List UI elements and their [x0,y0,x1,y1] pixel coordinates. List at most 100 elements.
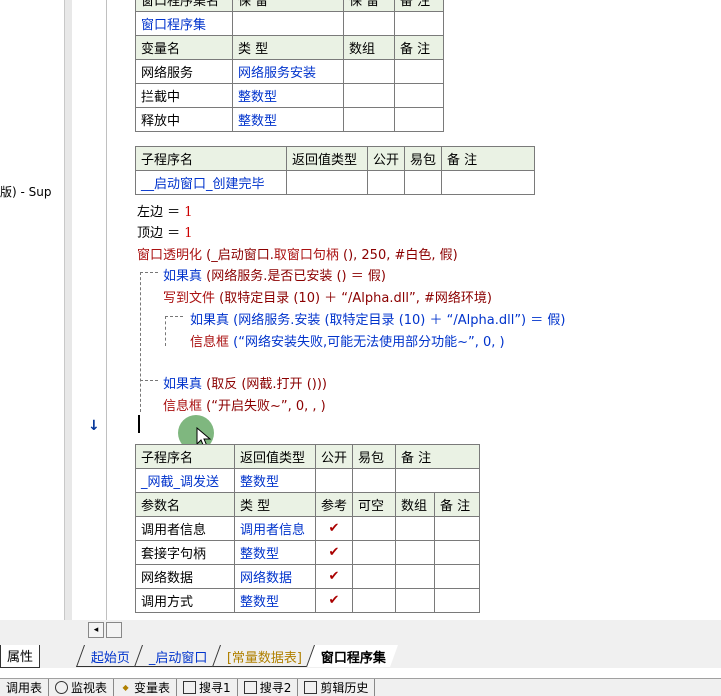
check-icon[interactable]: ✔ [314,540,354,565]
table-cell[interactable] [441,170,536,195]
tab-properties[interactable]: 属性 [0,645,41,668]
code-token: 左边 [137,205,164,220]
table-cell[interactable] [395,540,436,565]
code-line-6[interactable]: 如果真 (网络服务.安装 (取特定目录 (10) ＋ “/Alpha.dll”)… [190,309,565,328]
code-token: 1 [184,226,193,241]
table-cell[interactable] [434,516,481,541]
code-line-7[interactable]: 信息框 (“网络安装失败,可能无法使用部分功能~”, 0, ) [190,331,505,350]
param-name[interactable]: 网络数据 [135,564,235,589]
param-type[interactable]: 调用者信息 [234,516,316,541]
param-type[interactable]: 网络数据 [234,564,316,589]
table-cell[interactable] [286,170,368,195]
scroll-thumb[interactable] [106,622,122,638]
code-token: 1 [184,205,193,220]
table-cell[interactable] [395,468,481,493]
table-cell[interactable] [434,540,481,565]
scroll-left-icon[interactable]: ◂ [88,622,104,638]
col-header: 返回值类型 [286,146,368,171]
col-header: 易包 [404,146,443,171]
table-cell[interactable] [395,564,436,589]
table-cell[interactable] [343,11,395,36]
table-cell[interactable] [343,107,395,132]
param-name[interactable]: 调用方式 [135,588,235,613]
code-line-1[interactable]: 左边 ＝ 1 [137,201,193,220]
table-cell[interactable] [343,59,395,84]
param-type[interactable]: 整数型 [234,540,316,565]
button-label: 搜寻2 [259,681,292,695]
code-token: 写到文件 [163,291,216,306]
subroutine-table: 子程序名 返回值类型 公开 易包 备 注 __启动窗口_创建完毕 [135,146,536,195]
col-header: 保 留 [232,0,344,12]
check-icon[interactable]: ✔ [314,588,354,613]
var-type[interactable]: 网络服务安装 [232,59,344,84]
table-cell[interactable] [404,170,443,195]
col-header: 公开 [366,146,406,171]
table-cell[interactable] [352,588,397,613]
table-cell[interactable] [232,11,344,36]
subroutine-name[interactable]: __启动窗口_创建完毕 [135,170,287,195]
left-panel-partial-text: 版) - Sup [0,185,52,199]
table-cell[interactable] [434,588,481,613]
table-cell[interactable] [314,468,354,493]
table-cell[interactable] [394,59,444,84]
table-cell[interactable] [343,83,395,108]
clip-history-button[interactable]: 剪辑历史 [298,679,376,696]
code-line-8[interactable]: 如果真 (取反 (网截.打开 ())) [163,373,327,392]
col-header: 参考 [314,492,354,517]
var-type[interactable]: 整数型 [232,83,344,108]
tab-constants[interactable]: [常量数据表] [211,645,314,667]
code-line-5[interactable]: 写到文件 (取特定目录 (10) ＋ “/Alpha.dll”, #网络环境) [163,287,492,306]
search1-button[interactable]: 搜寻1 [177,679,238,696]
table-cell[interactable] [352,468,397,493]
editor-gutter [72,0,107,620]
param-name[interactable]: 调用者信息 [135,516,235,541]
table-cell[interactable] [434,564,481,589]
tab-startup-window[interactable]: _启动窗口 [134,645,220,667]
code-line-9[interactable]: 信息框 (“开启失败~”, 0, , ) [163,395,326,414]
table-cell[interactable] [394,107,444,132]
check-icon[interactable]: ✔ [314,564,354,589]
table-cell[interactable] [352,564,397,589]
tab-label: 窗口程序集 [320,651,386,666]
col-header: 备 注 [434,492,481,517]
var-name[interactable]: 释放中 [135,107,233,132]
call-table-button[interactable]: 调用表 [0,679,50,696]
table-cell[interactable] [352,540,397,565]
table-cell[interactable] [352,516,397,541]
code-token: (网络服务.安装 (取特定目录 (10) ＋ “/Alpha.dll”) ＝ 假… [229,313,566,328]
code-line-2[interactable]: 顶边 ＝ 1 [137,222,193,241]
code-token: (_启动窗口. [202,248,274,263]
subroutine-name[interactable]: _网截_调发送 [135,468,235,493]
table-cell[interactable] [395,588,436,613]
tab-label: 起始页 [90,651,130,666]
col-header: 变量名 [135,35,233,60]
bottom-toolbar: 调用表 监视表 ◆ 变量表 搜寻1 搜寻2 剪辑历史 [0,678,721,696]
var-name[interactable]: 拦截中 [135,83,233,108]
search2-button[interactable]: 搜寻2 [238,679,299,696]
search-window-icon [243,681,257,694]
param-type[interactable]: 整数型 [234,588,316,613]
editor-horizontal-scrollbar[interactable]: ◂ [88,622,130,638]
tab-start-page[interactable]: 起始页 [75,645,143,667]
watch-table-button[interactable]: 监视表 [49,679,115,696]
variable-table-button[interactable]: ◆ 变量表 [114,679,178,696]
code-line-3[interactable]: 窗口透明化 (_启动窗口.取窗口句柄 (), 250, #白色, 假) [137,244,458,263]
var-type[interactable]: 整数型 [232,107,344,132]
tab-window-assembly[interactable]: 窗口程序集 [305,645,398,667]
return-type[interactable]: 整数型 [234,468,316,493]
flow-line [165,316,166,346]
var-name[interactable]: 网络服务 [135,59,233,84]
param-name[interactable]: 套接字句柄 [135,540,235,565]
code-line-4[interactable]: 如果真 (网络服务.是否已安装 () ＝ 假) [163,265,386,284]
table-cell[interactable] [366,170,406,195]
code-token: 信息框 [190,335,230,350]
property-list[interactable] [0,0,65,620]
assembly-name[interactable]: 窗口程序集 [135,11,233,36]
table-cell[interactable] [395,516,436,541]
table-cell[interactable] [394,11,444,36]
check-icon[interactable]: ✔ [314,516,354,541]
tab-label: _启动窗口 [148,651,208,666]
table-cell[interactable] [394,83,444,108]
col-header: 类 型 [232,35,344,60]
flow-line [140,380,158,381]
